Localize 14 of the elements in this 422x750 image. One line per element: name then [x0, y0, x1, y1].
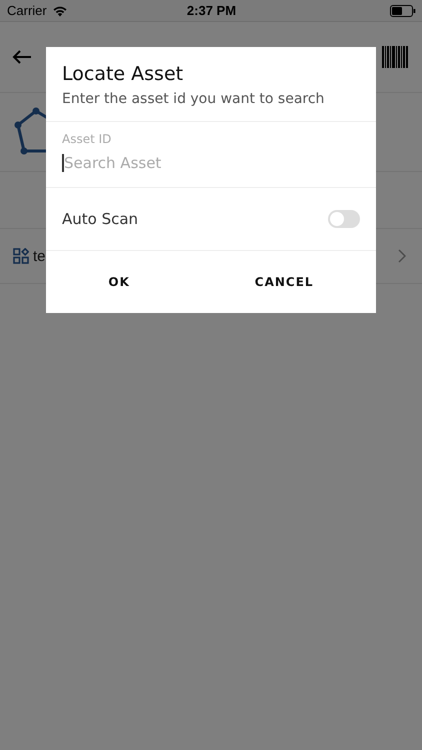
list-item-label: te — [33, 248, 46, 264]
auto-scan-toggle[interactable] — [328, 210, 360, 228]
auto-scan-label: Auto Scan — [62, 210, 138, 228]
chevron-right-icon — [398, 249, 406, 263]
carrier-label: Carrier — [7, 3, 47, 18]
grid-icon — [13, 248, 29, 264]
dialog-title: Locate Asset — [62, 63, 184, 85]
dialog-message: Enter the asset id you want to search — [62, 91, 326, 107]
battery-icon — [390, 4, 416, 16]
field-label: Asset ID — [62, 132, 112, 146]
back-arrow-icon[interactable] — [12, 50, 32, 64]
wifi-icon — [52, 4, 68, 16]
clock-time: 2:37 PM — [186, 3, 236, 18]
barcode-icon[interactable] — [382, 46, 408, 68]
